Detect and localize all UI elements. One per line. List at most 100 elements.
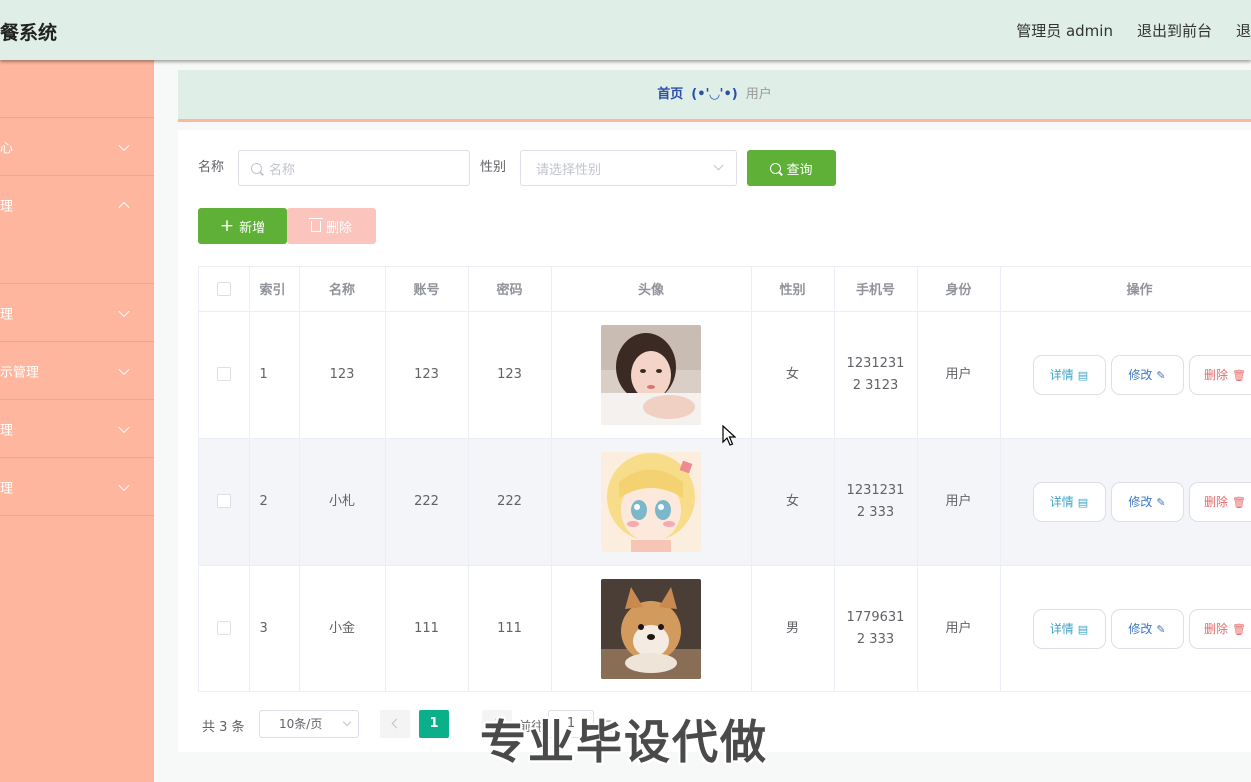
sidebar-item-label: 示管理 — [0, 365, 40, 380]
main-content: 首页 (•'◡'•) 用户 名称 性别 查询 + 新增 删除 — [154, 60, 1251, 782]
breadcrumb: 首页 (•'◡'•) 用户 — [178, 70, 1251, 122]
gender-select-input[interactable] — [536, 160, 706, 178]
detail-button[interactable]: 详情 ▤ — [1032, 608, 1106, 649]
cell-password: 111 — [468, 565, 552, 691]
sidebar-item-label: 理 — [0, 423, 14, 438]
sidebar-item-management-5[interactable]: 理 — [0, 400, 154, 458]
row-select-cell — [199, 311, 250, 439]
gender-filter-label: 性别 — [480, 160, 507, 175]
sidebar-item-label: 理 — [0, 481, 14, 496]
detail-button[interactable]: 详情 ▤ — [1032, 481, 1106, 522]
edit-button-label: 修改 — [1128, 621, 1153, 636]
detail-button[interactable]: 详情 ▤ — [1032, 354, 1106, 395]
cell-phone: 12312312 333 — [834, 438, 918, 566]
phone-text: 17796312 333 — [846, 609, 905, 647]
cell-account: 111 — [385, 565, 469, 691]
avatar-image[interactable] — [601, 451, 701, 552]
cell-password: 222 — [468, 438, 552, 566]
trash-icon — [308, 217, 323, 232]
sidebar-item-user-management[interactable]: 理 — [0, 176, 154, 284]
chevron-down-icon — [118, 305, 130, 317]
breadcrumb-current: 用户 — [745, 87, 772, 102]
edit-button-label: 修改 — [1128, 367, 1153, 382]
delete-button-label: 删除 — [1204, 621, 1229, 636]
delete-button[interactable]: 删除 🗑 — [1188, 354, 1251, 395]
chevron-down-icon — [713, 160, 724, 171]
column-header-account: 账号 — [385, 267, 469, 312]
chevron-down-icon — [118, 479, 130, 491]
column-header-actions: 操作 — [1000, 267, 1251, 312]
column-header-name: 名称 — [299, 267, 386, 312]
search-icon — [251, 163, 262, 174]
sidebar-item-personal-center[interactable]: 心 — [0, 118, 154, 176]
row-select-cell — [199, 438, 250, 566]
cell-actions: 详情 ▤ 修改 ✎ 删除 🗑 — [1000, 311, 1251, 439]
cell-name: 小金 — [299, 565, 386, 691]
chevron-down-icon — [118, 421, 130, 433]
gender-select[interactable] — [520, 150, 737, 186]
user-table: 索引 名称 账号 密码 头像 性别 手机号 身份 操作 1 123 123 12… — [198, 266, 1251, 692]
cell-gender: 女 — [751, 311, 835, 439]
delete-button[interactable]: 删除 🗑 — [1188, 481, 1251, 522]
cell-index: 1 — [249, 311, 300, 439]
top-header: 餐系统 管理员 admin 退出到前台 退 — [0, 0, 1251, 60]
logout-link[interactable]: 退 — [1236, 20, 1251, 41]
sidebar-item-label: 理 — [0, 307, 14, 322]
select-all-checkbox[interactable] — [216, 281, 231, 296]
sidebar-item-management-6[interactable]: 理 — [0, 458, 154, 516]
column-header-index: 索引 — [249, 267, 300, 312]
row-select-cell — [199, 565, 250, 691]
avatar-image[interactable] — [601, 578, 701, 679]
query-button[interactable]: 查询 — [747, 150, 836, 186]
cell-role: 用户 — [917, 311, 1001, 439]
chevron-down-icon — [118, 139, 130, 151]
query-button-label: 查询 — [786, 162, 813, 178]
delete-button[interactable]: 删除 🗑 — [1188, 608, 1251, 649]
app-title: 餐系统 — [0, 22, 58, 44]
chevron-up-icon — [118, 201, 130, 214]
document-icon: ▤ — [1077, 622, 1089, 636]
delete-button-label: 删除 — [1204, 494, 1229, 509]
pagination-total: 共 3 条 — [202, 720, 245, 735]
add-button[interactable]: + 新增 — [198, 208, 287, 244]
name-search-input[interactable] — [269, 160, 459, 178]
edit-button[interactable]: 修改 ✎ — [1110, 354, 1184, 395]
list-panel: 名称 性别 查询 + 新增 删除 — [178, 130, 1251, 752]
exit-to-frontend-link[interactable]: 退出到前台 — [1137, 20, 1212, 41]
sidebar-menu: 心 理 理 示管理 理 理 — [0, 60, 154, 782]
row-checkbox[interactable] — [216, 494, 231, 508]
cell-index: 2 — [249, 438, 300, 566]
breadcrumb-home[interactable]: 首页 — [657, 87, 683, 102]
batch-delete-button[interactable]: 删除 — [287, 208, 376, 244]
row-checkbox[interactable] — [216, 367, 231, 381]
name-search-field[interactable] — [238, 150, 470, 186]
phone-text: 12312312 3123 — [846, 355, 905, 393]
sidebar-item-home[interactable] — [0, 60, 154, 118]
edit-icon: ✎ — [1156, 622, 1166, 636]
avatar-image[interactable] — [601, 324, 701, 425]
page-number-current[interactable]: 1 — [419, 710, 449, 738]
cell-phone: 17796312 333 — [834, 565, 918, 691]
prev-page-button[interactable] — [380, 710, 410, 738]
edit-button[interactable]: 修改 ✎ — [1110, 481, 1184, 522]
row-checkbox[interactable] — [216, 621, 231, 635]
cell-role: 用户 — [917, 565, 1001, 691]
column-header-avatar: 头像 — [551, 267, 752, 312]
cell-phone: 12312312 3123 — [834, 311, 918, 439]
chevron-down-icon — [118, 363, 130, 375]
sidebar-item-display-management[interactable]: 示管理 — [0, 342, 154, 400]
name-filter-label: 名称 — [198, 160, 225, 175]
edit-button[interactable]: 修改 ✎ — [1110, 608, 1184, 649]
sidebar-item-management-3[interactable]: 理 — [0, 284, 154, 342]
cell-gender: 男 — [751, 565, 835, 691]
page-size-value: 10条/页 — [279, 717, 323, 731]
chevron-down-icon — [342, 717, 352, 727]
column-header-phone: 手机号 — [834, 267, 918, 312]
delete-button-label: 删除 — [1204, 367, 1229, 382]
table-row: 3 小金 111 111 男 17796312 333 用户 详情 ▤ 修改 ✎… — [199, 565, 1251, 691]
admin-user-label[interactable]: 管理员 admin — [1016, 20, 1113, 41]
add-button-label: 新增 — [239, 220, 266, 236]
table-row: 1 123 123 123 女 12312312 3123 用户 详情 ▤ 修改… — [199, 311, 1251, 439]
page-size-select[interactable]: 10条/页 — [259, 710, 359, 738]
trash-icon: 🗑 — [1232, 622, 1246, 636]
